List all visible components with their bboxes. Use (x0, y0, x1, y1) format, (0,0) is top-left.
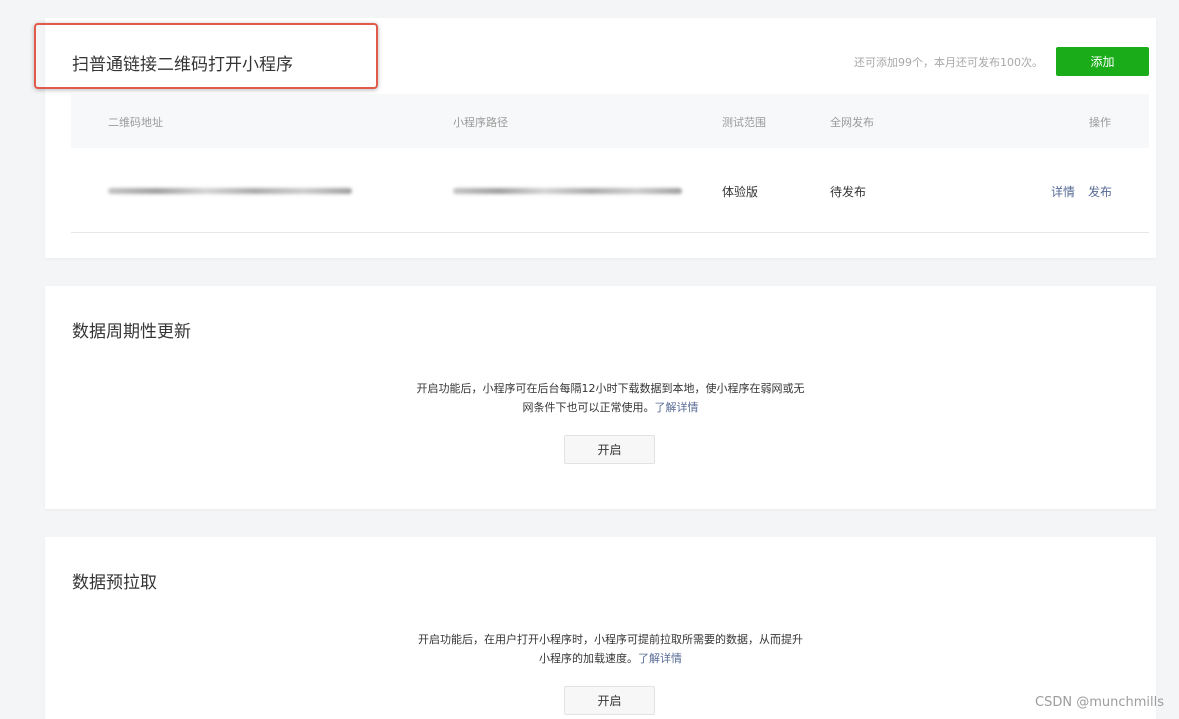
column-header-actions: 操作 (1089, 116, 1111, 129)
column-header-publish: 全网发布 (830, 116, 874, 129)
highlight-annotation-box (34, 23, 378, 89)
add-button[interactable]: 添加 (1056, 47, 1149, 76)
feature-description: 开启功能后，在用户打开小程序时，小程序可提前拉取所需要的数据，从而提升 小程序的… (45, 630, 1176, 668)
table-header: 二维码地址 小程序路径 测试范围 全网发布 操作 (71, 94, 1149, 148)
description-line: 小程序的加载速度。 (539, 652, 638, 665)
csdn-watermark: CSDN @munchmills (1035, 695, 1164, 710)
publish-status-value: 待发布 (830, 185, 867, 199)
description-line: 网条件下也可以正常使用。 (522, 401, 655, 414)
test-scope-value: 体验版 (722, 185, 759, 199)
quota-text: 还可添加99个，本月还可发布100次。 (854, 56, 1043, 69)
enable-button[interactable]: 开启 (564, 435, 655, 464)
enable-button[interactable]: 开启 (564, 686, 655, 715)
description-line: 开启功能后，在用户打开小程序时，小程序可提前拉取所需要的数据，从而提升 (418, 633, 803, 646)
section-title: 数据周期性更新 (72, 322, 191, 342)
row-actions: 详情 发布 (1051, 183, 1112, 200)
table-row: 体验版 待发布 详情 发布 (71, 148, 1149, 233)
feature-description: 开启功能后，小程序可在后台每隔12小时下载数据到本地，使小程序在弱网或无 网条件… (45, 379, 1176, 417)
qrcode-rules-table: 二维码地址 小程序路径 测试范围 全网发布 操作 体验版 待发布 详情 发布 (71, 94, 1149, 233)
learn-more-link[interactable]: 了解详情 (655, 401, 699, 414)
data-prefetch-card: 数据预拉取 开启功能后，在用户打开小程序时，小程序可提前拉取所需要的数据，从而提… (45, 537, 1156, 719)
description-line: 开启功能后，小程序可在后台每隔12小时下载数据到本地，使小程序在弱网或无 (416, 382, 805, 395)
column-header-qr-address: 二维码地址 (108, 116, 163, 129)
section-title: 数据预拉取 (72, 573, 157, 593)
redacted-qr-address (108, 188, 352, 194)
redacted-mp-path (453, 188, 682, 194)
learn-more-link[interactable]: 了解详情 (638, 652, 682, 665)
column-header-test-scope: 测试范围 (722, 116, 766, 129)
column-header-mp-path: 小程序路径 (453, 116, 508, 129)
periodic-update-card: 数据周期性更新 开启功能后，小程序可在后台每隔12小时下载数据到本地，使小程序在… (45, 286, 1156, 509)
publish-link[interactable]: 发布 (1088, 183, 1112, 200)
details-link[interactable]: 详情 (1051, 183, 1075, 200)
